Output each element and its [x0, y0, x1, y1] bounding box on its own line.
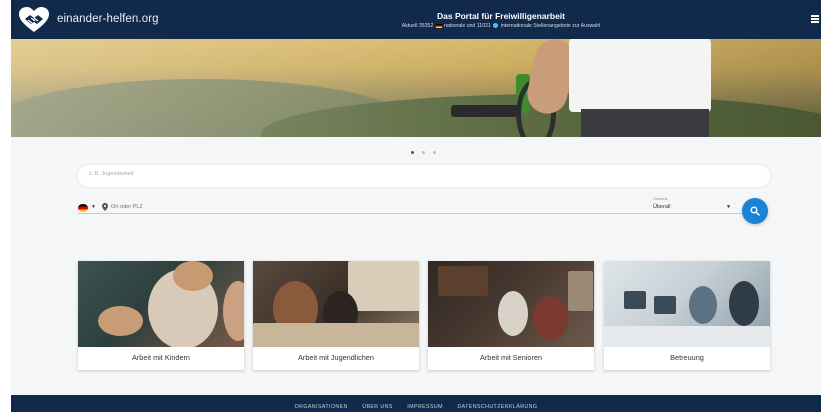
footer-link-about[interactable]: ÜBER UNS	[362, 404, 393, 410]
carousel-dot[interactable]	[433, 151, 436, 154]
hero-banner-image	[11, 39, 821, 137]
location-row: ▼ Umkreis Überall ▼	[78, 196, 742, 214]
category-card-youth[interactable]: Arbeit mit Jugendlichen	[253, 261, 419, 370]
footer-link-organisations[interactable]: ORGANISATIONEN	[295, 404, 348, 410]
category-label: Arbeit mit Jugendlichen	[298, 353, 374, 362]
portal-title: Das Portal für Freiwilligenarbeit	[436, 11, 565, 21]
category-label: Arbeit mit Senioren	[479, 353, 543, 362]
location-pin-icon	[102, 203, 108, 211]
international-count: 11021	[476, 23, 491, 29]
globe-icon	[493, 23, 499, 29]
handshake-heart-logo-icon[interactable]	[19, 7, 49, 33]
youth-photo	[253, 261, 419, 347]
footer-link-privacy[interactable]: DATENSCHUTZERKLÄRUNG	[457, 404, 537, 410]
radius-dropdown-caret-icon[interactable]: ▼	[726, 204, 731, 210]
carousel-dot[interactable]	[422, 151, 425, 154]
seniors-photo	[428, 261, 594, 347]
national-count: 35352	[418, 23, 434, 29]
category-label: Arbeit mit Kindern	[132, 353, 190, 362]
page-frame: einander-helfen.org Das Portal für Freiw…	[11, 0, 821, 412]
children-photo	[78, 261, 244, 347]
hamburger-menu-icon[interactable]	[811, 15, 819, 23]
international-label: internationale Stellenangebote zur Auswa…	[500, 23, 601, 29]
carousel-indicator	[411, 141, 444, 159]
footer-link-imprint[interactable]: IMPRESSUM	[407, 404, 443, 410]
national-label: nationale und	[444, 23, 476, 29]
search-button[interactable]	[742, 198, 768, 224]
radius-select[interactable]: Überall	[653, 204, 670, 210]
category-card-children[interactable]: Arbeit mit Kindern	[78, 261, 244, 370]
top-header: einander-helfen.org Das Portal für Freiw…	[11, 0, 821, 39]
radius-label: Umkreis	[653, 196, 668, 201]
footer: ORGANISATIONEN ÜBER UNS IMPRESSUM DATENS…	[11, 395, 821, 412]
country-dropdown-caret-icon[interactable]: ▼	[91, 204, 96, 210]
category-card-seniors[interactable]: Arbeit mit Senioren	[428, 261, 594, 370]
brand-name[interactable]: einander-helfen.org	[57, 13, 159, 25]
category-card-care[interactable]: Betreuung	[604, 261, 770, 370]
subtitle-prefix: Aktuell	[401, 23, 418, 29]
germany-flag-icon	[435, 23, 442, 28]
care-photo	[604, 261, 770, 347]
country-flag-germany-icon[interactable]	[78, 204, 88, 212]
magnifier-icon	[750, 206, 760, 216]
portal-subtitle: Aktuell 35352 nationale und 11021 intern…	[291, 23, 711, 29]
location-input[interactable]	[111, 204, 411, 210]
carousel-dot[interactable]	[411, 151, 414, 154]
keyword-search-input[interactable]	[89, 171, 759, 177]
category-label: Betreuung	[670, 353, 704, 362]
keyword-search-box	[78, 165, 770, 187]
